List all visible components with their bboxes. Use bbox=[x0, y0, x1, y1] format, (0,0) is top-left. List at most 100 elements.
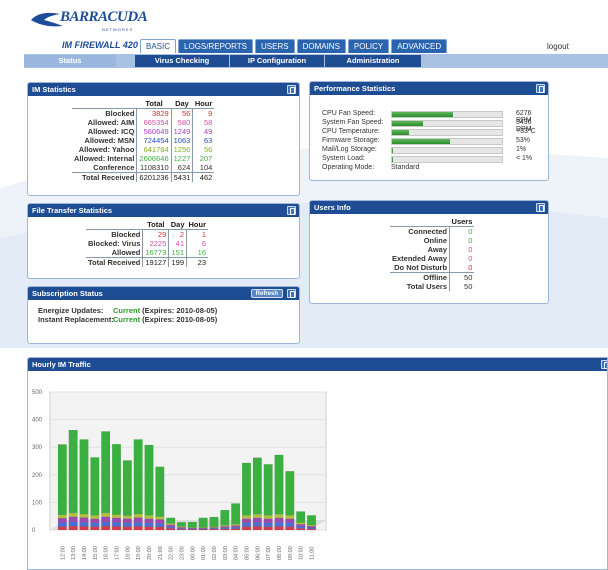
bar-segment bbox=[101, 512, 111, 517]
cell-hour: 56 bbox=[192, 145, 215, 154]
bar-segment bbox=[79, 439, 89, 515]
bar-segment bbox=[307, 527, 316, 530]
logout-link[interactable]: logout bbox=[547, 42, 569, 51]
help-icon[interactable] bbox=[287, 206, 296, 215]
bar-segment bbox=[296, 528, 306, 531]
bar-segment bbox=[220, 526, 230, 528]
cell-hour: 9 bbox=[192, 108, 215, 118]
subtab-ip-configuration[interactable]: IP Configuration bbox=[230, 55, 324, 67]
bar-segment bbox=[144, 522, 154, 527]
row-label: Allowed: Yahoo bbox=[78, 145, 135, 154]
bar-segment bbox=[231, 527, 241, 529]
cell-hour: 63 bbox=[192, 136, 215, 145]
file-stats-table: Total Day Hour Blocked 29 2 1 Blocked: Virus 222… bbox=[86, 220, 209, 267]
perf-bar bbox=[391, 120, 503, 127]
bar-segment bbox=[242, 515, 251, 519]
tab-advanced[interactable]: ADVANCED bbox=[391, 39, 448, 53]
cell-day: 580 bbox=[170, 118, 193, 127]
bar-segment bbox=[307, 525, 316, 528]
x-tick-label: 18:00 bbox=[125, 546, 131, 560]
cell-day: 1249 bbox=[170, 127, 193, 136]
total-row: Total Received 6201236 5431 462 bbox=[72, 172, 215, 182]
x-tick-label: 12:00 bbox=[60, 546, 66, 560]
cell-hour: 16 bbox=[186, 248, 209, 258]
cell-users: 50 bbox=[449, 282, 475, 291]
tab-policy[interactable]: POLICY bbox=[347, 39, 390, 53]
tab-basic[interactable]: BASIC bbox=[140, 39, 177, 53]
bar-segment bbox=[263, 515, 273, 519]
perf-label: Mail/Log Storage: bbox=[322, 146, 377, 153]
x-tick-label: 17:00 bbox=[115, 546, 121, 560]
cell-total: 665354 bbox=[136, 118, 172, 127]
bar-segment bbox=[79, 526, 89, 531]
column-header: Day bbox=[170, 220, 185, 229]
bar-segment bbox=[252, 457, 262, 515]
tab-domains[interactable]: DOMAINS bbox=[296, 39, 346, 53]
perf-bar bbox=[391, 111, 503, 118]
table-row: Extended Away 0 bbox=[390, 254, 475, 263]
logo-subtext: NETWORKS bbox=[102, 27, 134, 32]
x-tick-label: 23:00 bbox=[180, 546, 186, 560]
perf-label: System Load: bbox=[322, 155, 365, 162]
table-row: Allowed: ICQ 560649 1249 49 bbox=[72, 127, 215, 136]
table-row: Allowed: MSN 724454 1063 63 bbox=[72, 136, 215, 145]
row-label: Blocked bbox=[86, 229, 143, 239]
bar-segment bbox=[68, 429, 78, 514]
x-tick-label: 07:00 bbox=[266, 546, 272, 560]
x-tick-label: 04:00 bbox=[234, 546, 240, 560]
cell-total: 3829 bbox=[136, 108, 172, 118]
bar-segment bbox=[166, 517, 176, 524]
perf-bar-fill bbox=[392, 139, 451, 144]
bar-segment bbox=[274, 517, 284, 523]
table-row: Away 0 bbox=[390, 245, 475, 254]
table-row: Allowed: Internal 2606646 1227 207 bbox=[72, 154, 215, 163]
x-tick-label: 09:00 bbox=[288, 546, 294, 560]
subtab-virus-checking[interactable]: Virus Checking bbox=[135, 55, 229, 67]
table-row: Allowed: AIM 665354 580 58 bbox=[72, 118, 215, 127]
bar-segment bbox=[90, 515, 100, 519]
im-statistics-panel: IM Statistics Total Day Hour Blocked 3829 56 9… bbox=[27, 82, 300, 196]
y-tick-label: 300 bbox=[32, 445, 43, 451]
bar-segment bbox=[209, 516, 219, 527]
bar-segment bbox=[57, 444, 67, 515]
bar-segment bbox=[166, 524, 176, 527]
cell-users: 0 bbox=[449, 263, 475, 273]
help-icon[interactable] bbox=[287, 289, 296, 298]
table-row: Do Not Disturb 0 bbox=[390, 263, 475, 273]
cell-hour: 23 bbox=[186, 257, 209, 267]
tab-logs-reports[interactable]: LOGS/REPORTS bbox=[178, 39, 253, 53]
cell-day: 151 bbox=[168, 248, 187, 258]
bar-segment bbox=[144, 444, 154, 516]
help-icon[interactable] bbox=[287, 85, 296, 94]
bar-segment bbox=[252, 514, 262, 519]
bar-segment bbox=[263, 522, 273, 527]
bar-segment bbox=[112, 522, 121, 527]
bar-segment bbox=[242, 526, 251, 531]
bar-segment bbox=[122, 515, 132, 519]
subtab-status[interactable]: Status bbox=[24, 55, 116, 67]
bar-segment bbox=[90, 522, 100, 527]
table-row: Allowed: Yahoo 641784 1256 56 bbox=[72, 145, 215, 154]
hourly-traffic-chart: 0 100 200 300 400 500 12:00 13:00 14:00 15:00 16:0… bbox=[32, 390, 327, 560]
cell-users: 0 bbox=[449, 236, 475, 245]
perf-bar bbox=[391, 156, 503, 163]
help-icon[interactable] bbox=[601, 360, 607, 369]
bar-segment bbox=[68, 516, 78, 522]
row-label: Connected bbox=[390, 226, 450, 236]
row-label: Blocked bbox=[72, 108, 137, 118]
bar-segment bbox=[285, 526, 295, 531]
cell-hour: 58 bbox=[192, 118, 215, 127]
help-icon[interactable] bbox=[536, 84, 545, 93]
bar-segment bbox=[101, 521, 111, 527]
perf-bar-fill bbox=[392, 130, 409, 135]
bar-segment bbox=[177, 527, 186, 529]
total-row: Total Received 19127 199 23 bbox=[86, 257, 209, 267]
refresh-button[interactable]: Refresh bbox=[250, 289, 283, 298]
subtab-administration[interactable]: Administration bbox=[325, 55, 421, 67]
bar-segment bbox=[252, 526, 262, 531]
bar-segment bbox=[155, 516, 165, 520]
help-icon[interactable] bbox=[536, 203, 545, 212]
header-row: Users bbox=[390, 217, 474, 227]
users-info-panel: Users Info Users Connected 0 Online 0 Away 0 Ex… bbox=[309, 200, 549, 304]
tab-users[interactable]: USERS bbox=[255, 39, 295, 53]
